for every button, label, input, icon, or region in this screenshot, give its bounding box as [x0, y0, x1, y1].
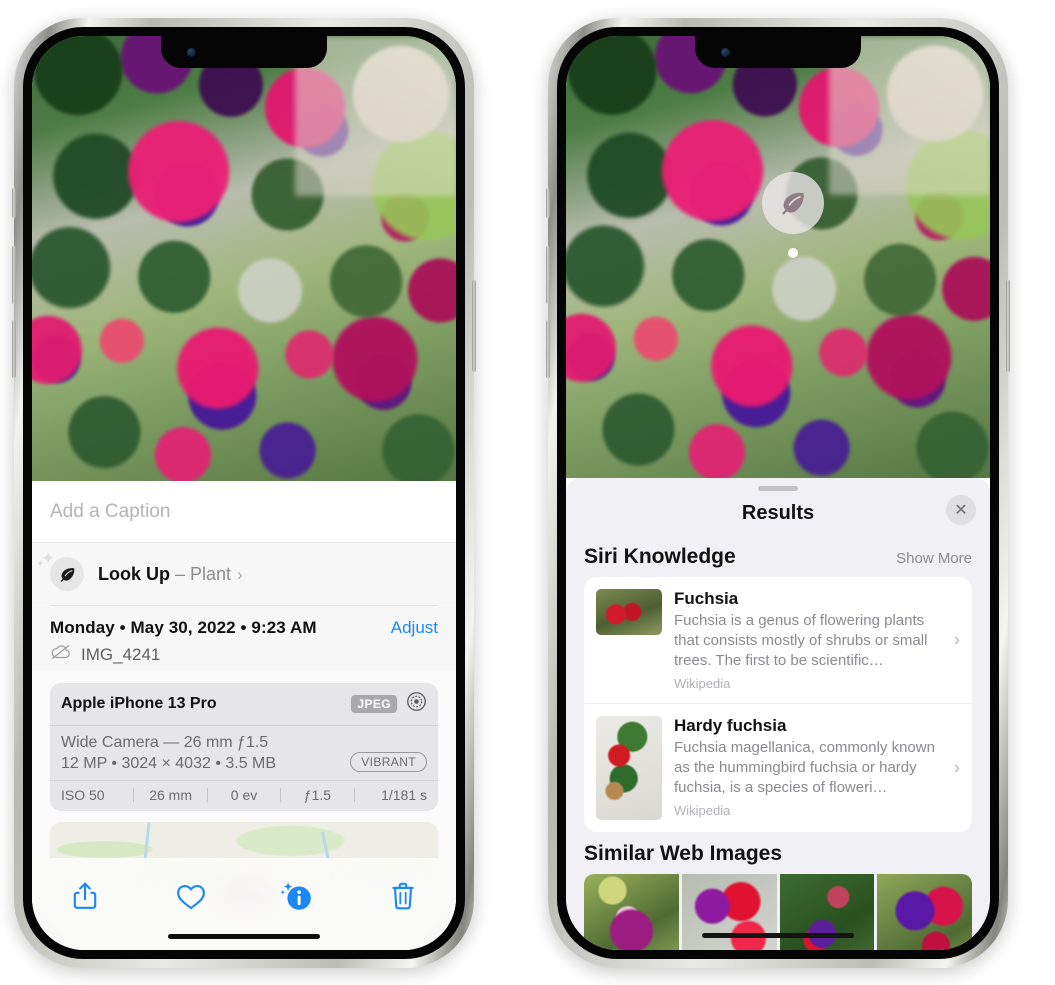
exif-shutter: 1/181 s [381, 787, 428, 803]
caption-placeholder: Add a Caption [50, 500, 171, 522]
photo-viewer[interactable] [32, 36, 456, 481]
camera-card-body: Wide Camera — 26 mm ƒ1.5 12 MP • 3024 × … [50, 726, 438, 781]
visual-look-up-leaf-icon[interactable] [762, 172, 824, 234]
camera-model: Apple iPhone 13 Pro [61, 695, 217, 712]
chevron-right-icon: › [237, 564, 243, 584]
exif-row: ISO 50 26 mm 0 ev ƒ1.5 1/181 s [50, 781, 438, 811]
photo-metadata: Monday • May 30, 2022 • 9:23 AM Adjust I… [32, 606, 456, 671]
siri-knowledge-header: Siri Knowledge Show More [566, 535, 990, 577]
mute-switch[interactable] [546, 188, 550, 218]
web-image-thumbnail[interactable] [877, 873, 972, 950]
visual-look-up-anchor-dot [788, 248, 798, 258]
leaf-icon: ✦ ✦ [36, 549, 84, 591]
show-more-button[interactable]: Show More [896, 550, 972, 567]
info-button[interactable] [270, 874, 324, 918]
right-phone-screen: Results ✕ Siri Knowledge Show More Fuchs… [566, 36, 990, 950]
volume-down-button[interactable] [546, 320, 550, 378]
look-up-text: Look Up – Plant › [98, 564, 243, 585]
photo-toolbar [32, 858, 456, 950]
photo-info-sheet: Add a Caption ✦ ✦ Look Up – Plant › Mond… [32, 481, 456, 950]
list-item[interactable]: Hardy fuchsia Fuchsia magellanica, commo… [584, 702, 972, 832]
look-up-row[interactable]: ✦ ✦ Look Up – Plant › [32, 543, 456, 605]
mute-switch[interactable] [12, 188, 16, 218]
sparkle-icon-small: ✦ [36, 559, 45, 570]
volume-up-button[interactable] [12, 246, 16, 304]
power-button[interactable] [1006, 280, 1010, 372]
file-row: IMG_4241 [50, 644, 438, 665]
camera-lens: Wide Camera — 26 mm ƒ1.5 [61, 734, 269, 751]
photo-viewer[interactable] [566, 36, 990, 478]
left-phone-device: Add a Caption ✦ ✦ Look Up – Plant › Mond… [12, 18, 476, 968]
chevron-right-icon: › [954, 629, 960, 650]
home-indicator [702, 933, 854, 938]
date-row: Monday • May 30, 2022 • 9:23 AM Adjust [50, 618, 438, 638]
delete-button[interactable] [376, 874, 430, 918]
exif-aperture: ƒ1.5 [303, 787, 332, 803]
exif-exposure: 0 ev [230, 787, 258, 803]
web-image-thumbnail[interactable] [584, 873, 679, 950]
favorite-button[interactable] [164, 874, 218, 918]
knowledge-thumbnail [596, 589, 662, 635]
knowledge-source: Wikipedia [674, 802, 731, 818]
notch [695, 36, 861, 68]
adjust-button[interactable]: Adjust [391, 618, 438, 638]
siri-knowledge-card: Fuchsia Fuchsia is a genus of flowering … [584, 577, 972, 832]
knowledge-text: Fuchsia Fuchsia is a genus of flowering … [674, 589, 960, 691]
similar-web-images-header: Similar Web Images [566, 832, 990, 874]
chevron-right-icon: › [954, 757, 960, 778]
knowledge-title: Hardy fuchsia [674, 715, 787, 735]
look-up-subject: Plant [190, 563, 232, 584]
results-sheet: Results ✕ Siri Knowledge Show More Fuchs… [566, 478, 990, 950]
knowledge-description: Fuchsia magellanica, commonly known as t… [674, 738, 935, 796]
look-up-label: Look Up [98, 563, 170, 584]
knowledge-description: Fuchsia is a genus of flowering plants t… [674, 612, 928, 669]
format-badge: JPEG [351, 695, 397, 713]
look-up-dash: – [175, 563, 186, 584]
front-camera-icon [721, 48, 730, 57]
list-item[interactable]: Fuchsia Fuchsia is a genus of flowering … [584, 577, 972, 703]
volume-up-button[interactable] [546, 246, 550, 304]
notch [161, 36, 327, 68]
exif-focal: 26 mm [149, 787, 192, 803]
photographic-style-badge: VIBRANT [350, 752, 427, 772]
aperture-icon [406, 691, 427, 717]
cloud-slash-icon [50, 644, 72, 665]
power-button[interactable] [472, 280, 476, 372]
front-camera-icon [187, 48, 196, 57]
volume-down-button[interactable] [12, 320, 16, 378]
similar-web-images-title: Similar Web Images [584, 841, 783, 865]
right-phone-device: Results ✕ Siri Knowledge Show More Fuchs… [546, 18, 1010, 968]
camera-card-header-right: JPEG [351, 691, 427, 717]
share-button[interactable] [58, 874, 112, 918]
camera-info-card[interactable]: Apple iPhone 13 Pro JPEG Wide Camera — 2… [50, 683, 438, 811]
file-name: IMG_4241 [81, 644, 161, 664]
web-image-thumbnail[interactable] [681, 873, 777, 950]
home-indicator [168, 934, 320, 939]
close-icon[interactable]: ✕ [946, 495, 976, 525]
knowledge-source: Wikipedia [674, 675, 731, 691]
knowledge-text: Hardy fuchsia Fuchsia magellanica, commo… [674, 716, 960, 818]
right-phone-bezel: Results ✕ Siri Knowledge Show More Fuchs… [557, 27, 999, 959]
knowledge-thumbnail [596, 715, 662, 820]
similar-web-images-strip [584, 873, 972, 950]
left-phone-bezel: Add a Caption ✦ ✦ Look Up – Plant › Mond… [23, 27, 465, 959]
knowledge-title: Fuchsia [674, 589, 739, 608]
exif-iso: ISO 50 [61, 787, 105, 803]
photo-date: Monday • May 30, 2022 • 9:23 AM [50, 618, 317, 637]
screenshot-stage: Add a Caption ✦ ✦ Look Up – Plant › Mond… [0, 0, 1055, 985]
results-title: Results [741, 501, 815, 524]
caption-field[interactable]: Add a Caption [32, 481, 456, 543]
camera-card-header: Apple iPhone 13 Pro JPEG [50, 683, 438, 726]
siri-knowledge-title: Siri Knowledge [584, 545, 736, 568]
web-image-thumbnail[interactable] [779, 873, 875, 950]
left-phone-screen: Add a Caption ✦ ✦ Look Up – Plant › Mond… [32, 36, 456, 950]
results-header: Results ✕ [566, 491, 990, 535]
